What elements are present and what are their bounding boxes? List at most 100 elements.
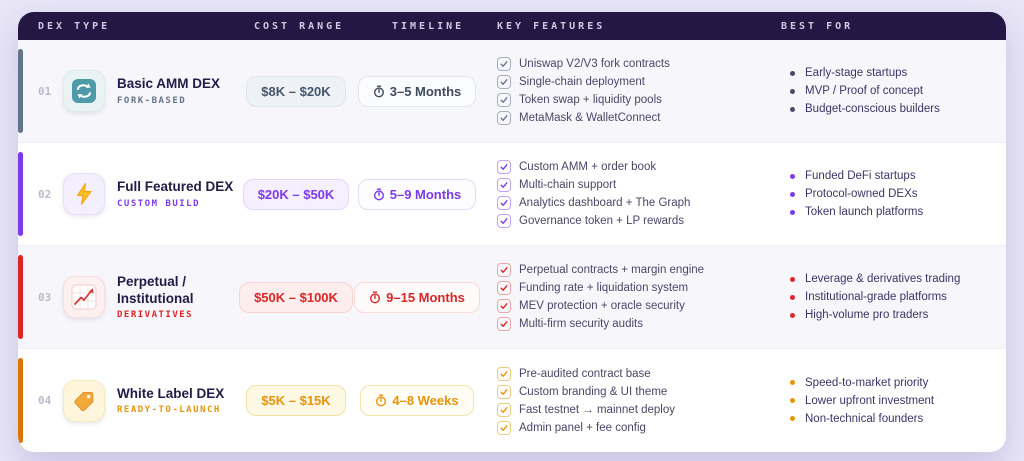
dex-type-cell: 02 Full Featured DEX CUSTOM BUILD bbox=[18, 173, 240, 215]
row-number: 02 bbox=[38, 188, 54, 201]
best-for-item: Leverage & derivatives trading bbox=[790, 273, 1006, 285]
dex-subtitle: FORK-BASED bbox=[117, 96, 220, 106]
row-accent-bar bbox=[18, 49, 23, 133]
feature-item: Multi-firm security audits bbox=[497, 317, 778, 331]
dex-subtitle: DERIVATIVES bbox=[117, 310, 237, 320]
stopwatch-icon bbox=[373, 85, 385, 98]
best-for-item: Speed-to-market priority bbox=[790, 377, 1006, 389]
dex-name: Perpetual / Institutional bbox=[117, 274, 237, 306]
feature-text: MEV protection + oracle security bbox=[519, 300, 685, 312]
bullet-dot bbox=[790, 89, 795, 94]
key-features-cell: Custom AMM + order book Multi-chain supp… bbox=[482, 156, 778, 232]
row-number: 01 bbox=[38, 85, 54, 98]
feature-text: Funding rate + liquidation system bbox=[519, 282, 688, 294]
feature-item: Multi-chain support bbox=[497, 178, 778, 192]
bullet-dot bbox=[790, 192, 795, 197]
cost-range-cell: $8K – $20K bbox=[240, 76, 352, 107]
row-accent-bar bbox=[18, 255, 23, 339]
best-for-text: Non-technical founders bbox=[805, 413, 923, 425]
column-header-timeline: TIMELINE bbox=[352, 21, 482, 32]
feature-item: Custom branding & UI theme bbox=[497, 385, 778, 399]
timeline-text: 9–15 Months bbox=[386, 290, 465, 305]
bullet-dot bbox=[790, 398, 795, 403]
key-features-cell: Pre-audited contract base Custom brandin… bbox=[482, 363, 778, 439]
timeline-cell: 3–5 Months bbox=[352, 76, 482, 107]
cost-badge: $8K – $20K bbox=[246, 76, 345, 107]
stopwatch-icon bbox=[373, 188, 385, 201]
cost-badge: $20K – $50K bbox=[243, 179, 350, 210]
best-for-text: Budget-conscious builders bbox=[805, 103, 940, 115]
timeline-cell: 9–15 Months bbox=[352, 282, 482, 313]
feature-item: Perpetual contracts + margin engine bbox=[497, 263, 778, 277]
feature-item: Fast testnet → mainnet deploy bbox=[497, 403, 778, 417]
cost-range-cell: $50K – $100K bbox=[240, 282, 352, 313]
feature-item: Single-chain deployment bbox=[497, 75, 778, 89]
cost-badge: $50K – $100K bbox=[239, 282, 353, 313]
timeline-text: 3–5 Months bbox=[390, 84, 462, 99]
timeline-badge: 3–5 Months bbox=[358, 76, 477, 107]
bullet-dot bbox=[790, 313, 795, 318]
timeline-cell: 4–8 Weeks bbox=[352, 385, 482, 416]
cost-badge: $5K – $15K bbox=[246, 385, 345, 416]
best-for-text: Speed-to-market priority bbox=[805, 377, 928, 389]
dex-name-block: White Label DEX READY-TO-LAUNCH bbox=[117, 386, 224, 415]
feature-text: Token swap + liquidity pools bbox=[519, 94, 662, 106]
best-for-text: MVP / Proof of concept bbox=[805, 85, 923, 97]
timeline-cell: 5–9 Months bbox=[352, 179, 482, 210]
timeline-badge: 9–15 Months bbox=[354, 282, 480, 313]
feature-text: Pre-audited contract base bbox=[519, 368, 651, 380]
dex-name-block: Basic AMM DEX FORK-BASED bbox=[117, 76, 220, 105]
best-for-cell: Speed-to-market priority Lower upfront i… bbox=[778, 371, 1006, 431]
checkbox-icon bbox=[497, 214, 511, 228]
best-for-cell: Funded DeFi startups Protocol-owned DEXs… bbox=[778, 164, 1006, 224]
feature-item: Uniswap V2/V3 fork contracts bbox=[497, 57, 778, 71]
dex-type-cell: 03 Perpetual / Institutional DERIVATIVES bbox=[18, 274, 240, 319]
checkbox-icon bbox=[497, 75, 511, 89]
best-for-cell: Leverage & derivatives trading Instituti… bbox=[778, 267, 1006, 327]
checkbox-icon bbox=[497, 93, 511, 107]
row-accent-bar bbox=[18, 358, 23, 443]
row-number: 03 bbox=[38, 291, 54, 304]
feature-item: Funding rate + liquidation system bbox=[497, 281, 778, 295]
feature-text: Single-chain deployment bbox=[519, 76, 645, 88]
checkbox-icon bbox=[497, 299, 511, 313]
column-header-key-features: KEY FEATURES bbox=[482, 21, 778, 32]
checkbox-icon bbox=[497, 367, 511, 381]
dex-name-block: Perpetual / Institutional DERIVATIVES bbox=[117, 274, 237, 319]
feature-text: Fast testnet → mainnet deploy bbox=[519, 404, 675, 416]
bullet-dot bbox=[790, 174, 795, 179]
comparison-table-card: DEX TYPE COST RANGE TIMELINE KEY FEATURE… bbox=[18, 12, 1006, 452]
best-for-item: Funded DeFi startups bbox=[790, 170, 1006, 182]
feature-text: Uniswap V2/V3 fork contracts bbox=[519, 58, 670, 70]
row-number: 04 bbox=[38, 394, 54, 407]
dex-name: Full Featured DEX bbox=[117, 179, 233, 195]
feature-item: MetaMask & WalletConnect bbox=[497, 111, 778, 125]
best-for-cell: Early-stage startups MVP / Proof of conc… bbox=[778, 61, 1006, 121]
checkbox-icon bbox=[497, 281, 511, 295]
feature-text: Governance token + LP rewards bbox=[519, 215, 684, 227]
feature-item: Custom AMM + order book bbox=[497, 160, 778, 174]
checkbox-icon bbox=[497, 196, 511, 210]
dex-type-cell: 01 Basic AMM DEX FORK-BASED bbox=[18, 70, 240, 112]
table-row: 03 Perpetual / Institutional DERIVATIVES… bbox=[18, 246, 1006, 349]
dex-subtitle: READY-TO-LAUNCH bbox=[117, 405, 224, 415]
feature-item: Token swap + liquidity pools bbox=[497, 93, 778, 107]
feature-item: Admin panel + fee config bbox=[497, 421, 778, 435]
feature-text: Admin panel + fee config bbox=[519, 422, 646, 434]
feature-text: Multi-chain support bbox=[519, 179, 616, 191]
table-row: 02 Full Featured DEX CUSTOM BUILD $20K –… bbox=[18, 143, 1006, 246]
checkbox-icon bbox=[497, 160, 511, 174]
row-accent-bar bbox=[18, 152, 23, 236]
timeline-badge: 4–8 Weeks bbox=[360, 385, 473, 416]
best-for-item: Early-stage startups bbox=[790, 67, 1006, 79]
dex-name-block: Full Featured DEX CUSTOM BUILD bbox=[117, 179, 233, 208]
dex-name: Basic AMM DEX bbox=[117, 76, 220, 92]
checkbox-icon bbox=[497, 403, 511, 417]
cost-range-cell: $5K – $15K bbox=[240, 385, 352, 416]
checkbox-icon bbox=[497, 421, 511, 435]
key-features-cell: Uniswap V2/V3 fork contracts Single-chai… bbox=[482, 53, 778, 129]
key-features-cell: Perpetual contracts + margin engine Fund… bbox=[482, 259, 778, 335]
feature-item: Governance token + LP rewards bbox=[497, 214, 778, 228]
bullet-dot bbox=[790, 380, 795, 385]
tag-icon bbox=[63, 380, 105, 422]
